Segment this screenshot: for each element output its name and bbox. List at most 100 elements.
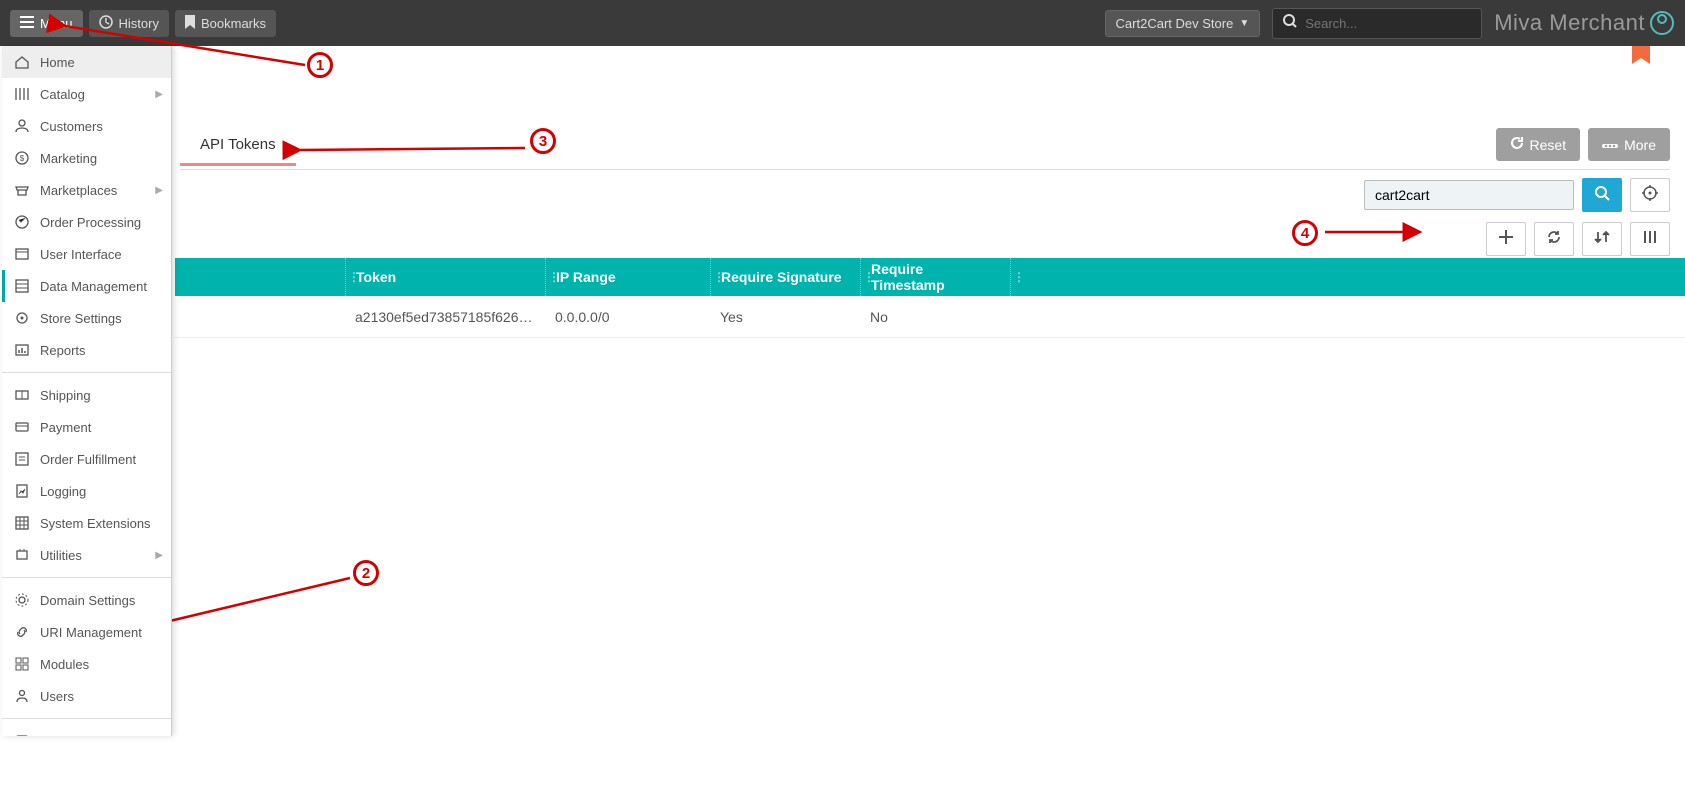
sidebar-item-utilities[interactable]: Utilities▶ [2,539,171,571]
sidebar-item-home[interactable]: Home [2,46,171,78]
sidebar-item-marketing[interactable]: $ Marketing [2,142,171,174]
system-extensions-icon [14,515,30,531]
modules-icon [14,656,30,672]
th-spacer: ⋮ [1010,258,1685,296]
store-settings-icon [14,310,30,326]
chevron-right-icon: ▶ [155,550,163,561]
sidebar-item-catalog[interactable]: Catalog ▶ [2,78,171,110]
svg-text:$: $ [20,154,25,163]
request-support-icon [14,733,30,736]
sidebar-item-store-settings[interactable]: Store Settings [2,302,171,334]
sort-button[interactable] [1582,222,1622,256]
uri-management-icon [14,624,30,640]
domain-settings-icon [14,592,30,608]
tab-api-tokens[interactable]: API Tokens [180,124,296,165]
sidebar-item-logging[interactable]: Logging [2,475,171,507]
bookmark-ribbon-icon[interactable] [1632,46,1650,74]
sidebar-item-reports[interactable]: Reports [2,334,171,366]
tab-label: API Tokens [200,136,276,153]
target-button[interactable] [1630,178,1670,212]
shipping-icon [14,387,30,403]
sidebar-item-order-processing[interactable]: Order Processing [2,206,171,238]
sidebar-item-label: Logging [40,484,86,499]
sidebar: Home Catalog ▶ Customers $ Marketing Marketpla… [2,46,172,736]
sort-icon [1594,230,1610,249]
more-icon [1602,137,1618,153]
sidebar-item-shipping[interactable]: Shipping [2,379,171,411]
data-management-icon [14,278,30,294]
grip-icon: ⋮ [548,270,560,284]
th-token[interactable]: ⋮Token [345,258,545,296]
annotation-2: 2 [353,560,379,586]
customers-icon [14,118,30,134]
sidebar-item-label: System Extensions [40,516,151,531]
users-icon [14,688,30,704]
sidebar-item-customers[interactable]: Customers [2,110,171,142]
table-header: ⋮Token ⋮IP Range ⋮Require Signature ⋮Req… [175,258,1685,296]
sidebar-item-system-extensions[interactable]: System Extensions [2,507,171,539]
topbar-left: Menu History Bookmarks [10,10,276,37]
table-row[interactable]: a2130ef5ed73857185f626… 0.0.0.0/0 Yes No [175,296,1685,338]
global-search-input[interactable] [1305,16,1481,31]
search-button[interactable] [1582,178,1622,212]
order-fulfillment-icon [14,451,30,467]
tokens-table: ⋮Token ⋮IP Range ⋮Require Signature ⋮Req… [175,258,1685,338]
store-name: Cart2Cart Dev Store [1116,16,1234,31]
store-selector[interactable]: Cart2Cart Dev Store ▼ [1105,10,1261,37]
sidebar-item-label: Order Processing [40,215,141,230]
sidebar-item-label: Order Fulfillment [40,452,136,467]
columns-button[interactable] [1630,222,1670,256]
add-button[interactable] [1486,222,1526,256]
chevron-right-icon: ▶ [155,185,163,196]
refresh-icon [1547,230,1561,249]
home-icon [14,54,30,70]
refresh-button[interactable] [1534,222,1574,256]
sidebar-item-domain-settings[interactable]: Domain Settings [2,584,171,616]
history-button[interactable]: History [89,10,169,37]
logging-icon [14,483,30,499]
sidebar-item-users[interactable]: Users [2,680,171,712]
sidebar-item-marketplaces[interactable]: Marketplaces ▶ [2,174,171,206]
menu-button[interactable]: Menu [10,10,83,37]
brand-logo: Miva Merchant [1494,10,1675,36]
sidebar-item-request-support[interactable]: Request Support [2,725,171,736]
th-require-timestamp[interactable]: ⋮Require Timestamp [860,258,1010,296]
global-search[interactable] [1272,8,1482,39]
th-require-signature[interactable]: ⋮Require Signature [710,258,860,296]
sidebar-item-order-fulfillment[interactable]: Order Fulfillment [2,443,171,475]
bookmarks-button[interactable]: Bookmarks [175,10,276,37]
table-toolbar [1486,222,1670,256]
reports-icon [14,342,30,358]
more-button[interactable]: More [1588,128,1670,161]
order-processing-icon [14,214,30,230]
sidebar-item-data-management[interactable]: Data Management [2,270,171,302]
sidebar-item-modules[interactable]: Modules [2,648,171,680]
sidebar-item-label: Catalog [40,87,85,102]
utilities-icon [14,547,30,563]
reset-label: Reset [1530,137,1567,153]
payment-icon [14,419,30,435]
marketing-icon: $ [14,150,30,166]
th-ip-range[interactable]: ⋮IP Range [545,258,710,296]
th-name[interactable] [175,258,345,296]
sidebar-item-user-interface[interactable]: User Interface [2,238,171,270]
chevron-right-icon: ▶ [155,89,163,100]
filter-input[interactable] [1364,180,1574,210]
sidebar-item-uri-management[interactable]: URI Management [2,616,171,648]
sidebar-item-label: Domain Settings [40,593,135,608]
sidebar-item-payment[interactable]: Payment [2,411,171,443]
sidebar-item-label: User Interface [40,247,122,262]
bookmarks-label: Bookmarks [201,16,266,31]
td-ip: 0.0.0.0/0 [545,296,710,337]
target-icon [1642,185,1658,206]
filter-row [1364,178,1670,212]
history-icon [99,15,113,32]
brand-nine-icon [1649,10,1675,36]
sidebar-item-label: Marketing [40,151,97,166]
sidebar-item-label: Marketplaces [40,183,117,198]
reset-button[interactable]: Reset [1496,128,1581,161]
topbar: Menu History Bookmarks Cart2Cart Dev Sto… [0,0,1685,46]
grip-icon: ⋮ [1013,270,1025,284]
grip-icon: ⋮ [713,270,725,284]
sidebar-item-label: Payment [40,420,91,435]
